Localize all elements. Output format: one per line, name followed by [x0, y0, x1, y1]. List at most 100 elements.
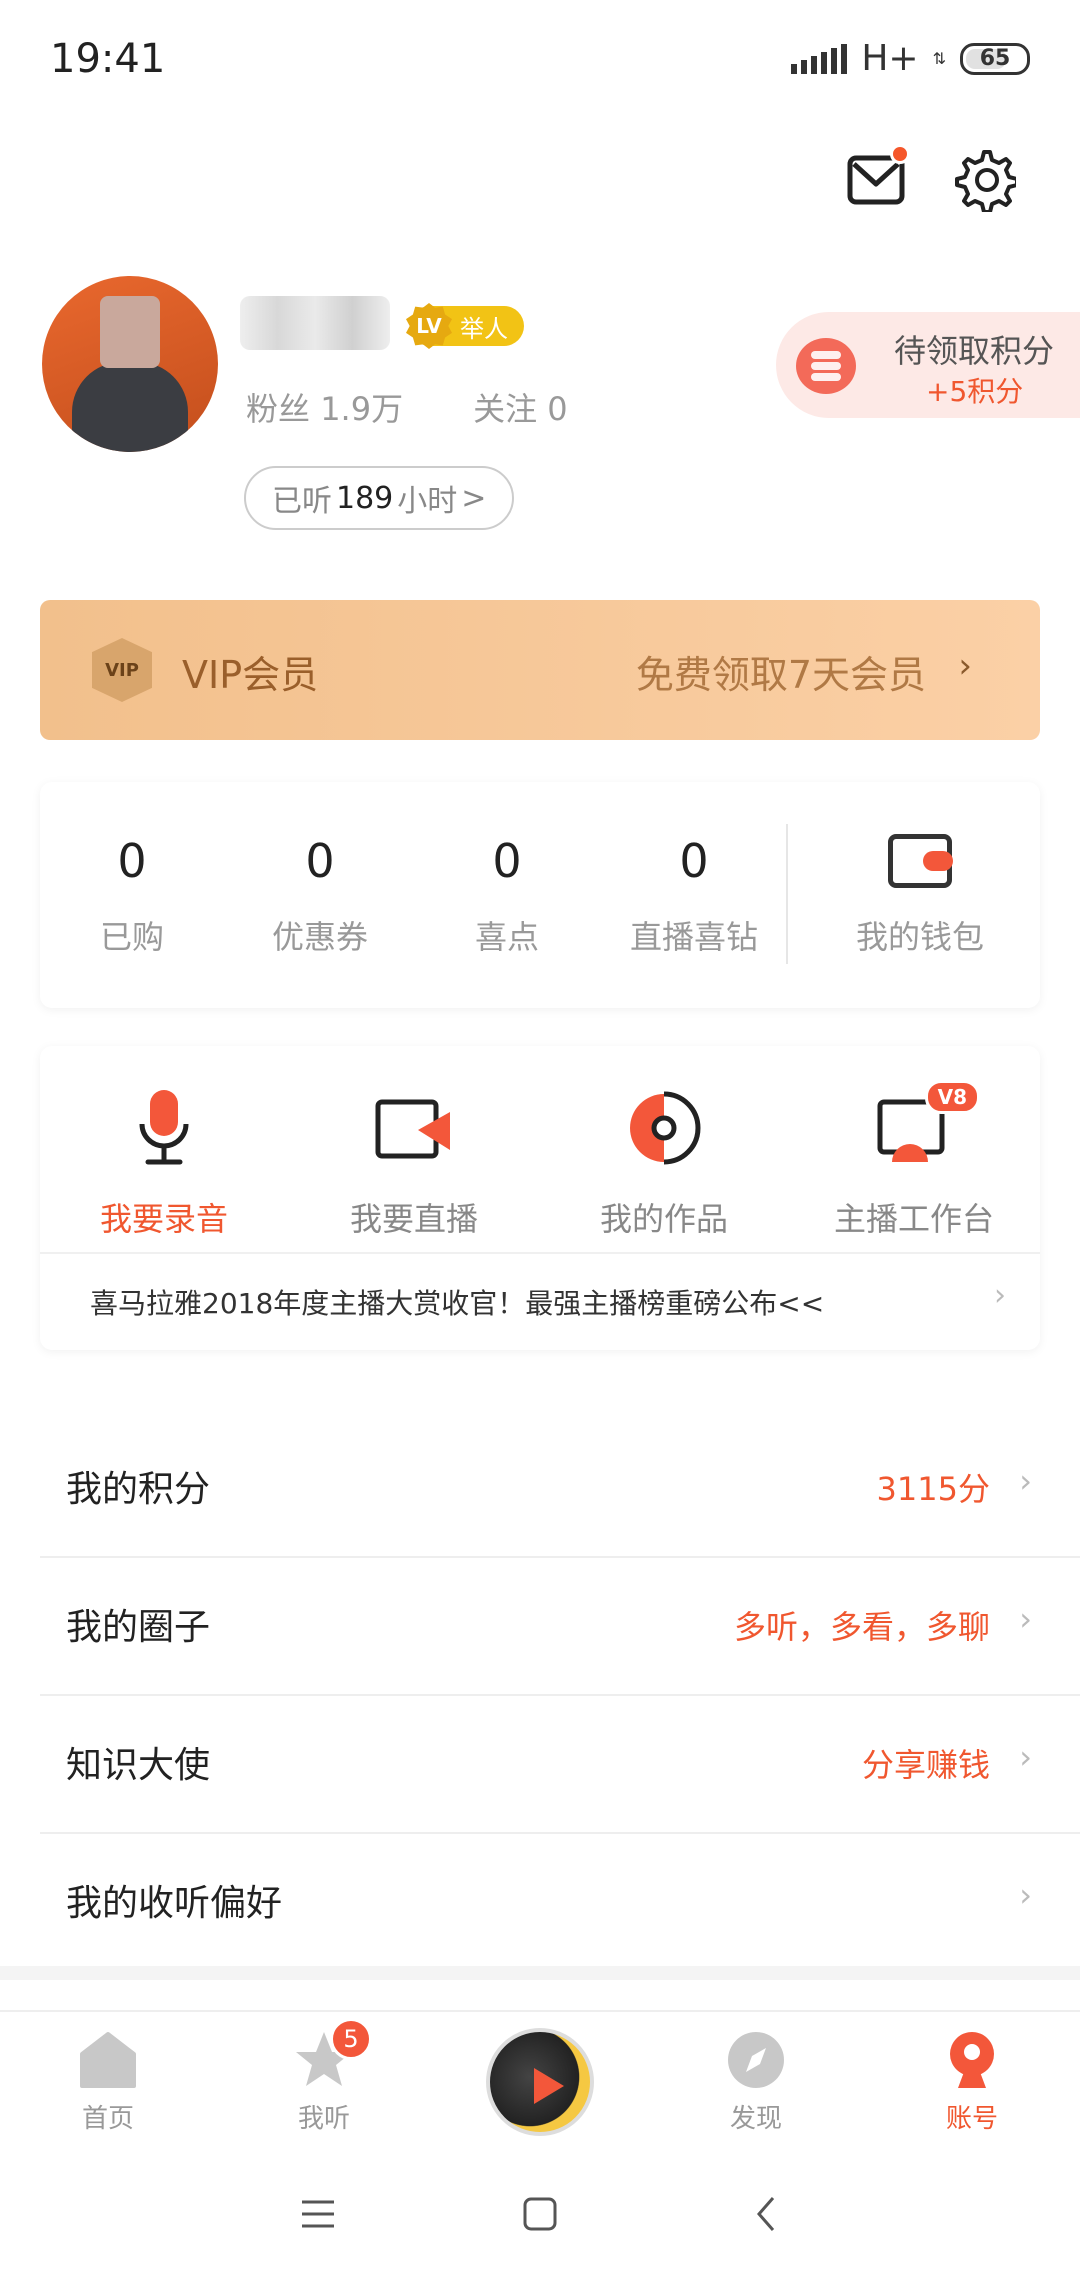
star-icon: 5 [294, 2018, 372, 2090]
tab-label: 首页 [81, 2104, 134, 2134]
stat-value: 0 [679, 834, 709, 888]
anchor-workbench-button[interactable]: V8 主播工作台 [814, 1080, 1014, 1240]
live-button[interactable]: 我要直播 [314, 1088, 514, 1240]
listened-hours: 189 [336, 480, 394, 516]
list-item-value: 分享赚钱 [861, 1746, 990, 1784]
coins-icon [796, 338, 856, 394]
pending-points-card[interactable]: 待领取积分 +5积分 [776, 312, 1080, 418]
following-label: 关注 [473, 390, 538, 428]
list-item-title: 我的圈子 [66, 1607, 211, 1648]
now-playing-button[interactable] [486, 2028, 594, 2136]
creator-label: 我的作品 [599, 1200, 728, 1238]
record-button[interactable]: 我要录音 [64, 1088, 264, 1240]
data-arrows-icon: ⇅ [932, 49, 946, 68]
announcement-link[interactable]: 喜马拉雅2018年度主播大赏收官！最强主播榜重磅公布<< [90, 1282, 824, 1322]
chevron-right-icon: › [958, 646, 972, 686]
level-v8-badge: V8 [924, 1080, 980, 1114]
chevron-right-icon: › [1019, 1462, 1032, 1500]
listened-hours-pill[interactable]: 已听 189 小时 > [244, 466, 515, 530]
creator-label: 我要直播 [349, 1200, 478, 1238]
back-icon[interactable] [736, 2184, 796, 2244]
stat-label: 喜点 [474, 918, 539, 956]
list-item-value: 3115分 [876, 1470, 990, 1508]
video-camera-icon [374, 1088, 454, 1168]
status-bar: 19:41 H+ ⇅ 65 [0, 0, 1080, 120]
pending-points-value: +5积分 [926, 375, 1024, 408]
level-star-icon: LV [406, 303, 452, 349]
list-item-title: 我的积分 [66, 1469, 211, 1510]
tab-discover[interactable]: 发现 [686, 2030, 826, 2135]
vip-offer: 免费领取7天会员 [635, 653, 926, 697]
list-item-title: 知识大使 [66, 1745, 211, 1786]
wallet-button[interactable]: 我的钱包 [830, 834, 1010, 958]
home-square-icon[interactable] [510, 2184, 570, 2244]
my-works-button[interactable]: 我的作品 [564, 1088, 764, 1240]
profile-stats: 粉丝 1.9万 关注 0 [246, 384, 568, 430]
divider [786, 824, 788, 964]
list-item-points[interactable]: 我的积分 3115分 › [40, 1420, 1080, 1558]
tab-label: 账号 [945, 2104, 998, 2134]
stat-coupons[interactable]: 0 优惠券 [240, 834, 400, 958]
stat-xidian[interactable]: 0 喜点 [427, 834, 587, 958]
notification-dot [890, 144, 910, 164]
pending-points-title: 待领取积分 [894, 332, 1055, 370]
creator-label: 我要录音 [99, 1200, 228, 1238]
level-title: 举人 [460, 314, 508, 343]
stat-purchased[interactable]: 0 已购 [52, 834, 212, 958]
network-type: H+ [861, 38, 919, 79]
status-time: 19:41 [50, 36, 166, 82]
list-item-title: 我的收听偏好 [66, 1883, 283, 1924]
stat-label: 优惠券 [271, 918, 368, 956]
play-icon [534, 2068, 564, 2104]
stat-value: 0 [117, 834, 147, 888]
tab-label: 我听 [297, 2104, 350, 2134]
tab-listen[interactable]: 5 我听 [254, 2018, 394, 2135]
section-gap [0, 1966, 1080, 1980]
tab-account[interactable]: 账号 [902, 2030, 1042, 2135]
creator-label: 主播工作台 [833, 1200, 994, 1238]
signal-icon [791, 43, 848, 74]
settings-list: 我的积分 3115分 › 我的圈子 多听，多看，多聊 › 知识大使 分享赚钱 ›… [0, 1420, 1080, 1972]
stat-label: 直播喜钻 [629, 918, 758, 956]
disc-icon [624, 1088, 704, 1168]
chevron-right-icon: › [994, 1278, 1006, 1313]
following-count[interactable]: 关注 0 [473, 384, 568, 430]
chevron-right-icon: › [1019, 1876, 1032, 1914]
tab-home[interactable]: 首页 [38, 2030, 178, 2135]
wallet-label: 我的钱包 [855, 918, 984, 956]
tab-label: 发现 [729, 2104, 782, 2134]
stat-live-diamonds[interactable]: 0 直播喜钻 [614, 834, 774, 958]
menu-icon[interactable] [288, 2184, 348, 2244]
stat-label: 已购 [99, 918, 164, 956]
battery-icon: 65 [960, 42, 1030, 75]
bottom-nav: 首页 5 我听 发现 账号 [0, 2010, 1080, 2150]
vip-badge-icon: VIP [92, 638, 152, 702]
vip-title: VIP会员 [182, 653, 319, 697]
chevron-right-icon: › [1019, 1600, 1032, 1638]
microphone-icon [124, 1088, 204, 1168]
list-item-preferences[interactable]: 我的收听偏好 › [40, 1834, 1080, 1972]
system-nav-bar [0, 2150, 1080, 2280]
assets-card: 0 已购 0 优惠券 0 喜点 0 直播喜钻 我的钱包 [40, 782, 1040, 1008]
account-icon [942, 2030, 1002, 2090]
fans-label: 粉丝 [246, 390, 311, 428]
battery-level: 65 [979, 46, 1011, 71]
stat-value: 0 [305, 834, 335, 888]
mail-icon[interactable] [838, 140, 918, 220]
divider [40, 1252, 1040, 1254]
fans-count[interactable]: 粉丝 1.9万 [246, 384, 403, 430]
compass-icon [726, 2030, 786, 2090]
list-item-circle[interactable]: 我的圈子 多听，多看，多聊 › [40, 1558, 1080, 1696]
listened-prefix: 已听 [272, 484, 332, 519]
stat-value: 0 [492, 834, 522, 888]
avatar[interactable] [42, 276, 218, 452]
chevron-right-icon: › [1019, 1738, 1032, 1776]
vip-banner[interactable]: VIP VIP会员 免费领取7天会员 › [40, 600, 1040, 740]
status-indicators: H+ ⇅ 65 [791, 38, 1030, 79]
wallet-icon [888, 834, 953, 888]
username-redacted[interactable] [240, 296, 390, 350]
level-badge[interactable]: LV 举人 [406, 303, 524, 349]
list-item-ambassador[interactable]: 知识大使 分享赚钱 › [40, 1696, 1080, 1834]
anchor-workbench-icon: V8 [874, 1080, 980, 1168]
gear-icon[interactable] [944, 140, 1024, 220]
